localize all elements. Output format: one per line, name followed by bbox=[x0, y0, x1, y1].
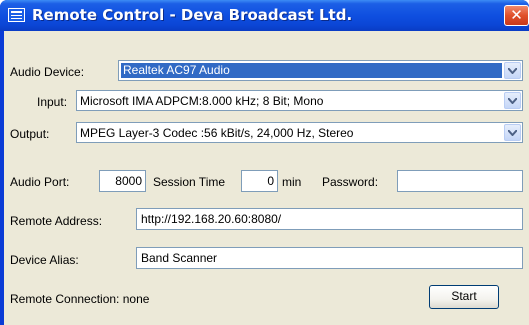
output-select[interactable]: MPEG Layer-3 Codec :56 kBit/s, 24,000 Hz… bbox=[76, 122, 523, 143]
session-time-unit: min bbox=[282, 175, 302, 189]
connection-status: Remote Connection: none bbox=[10, 292, 150, 306]
audio-device-value: Realtek AC97 Audio bbox=[121, 63, 232, 78]
audio-port-input[interactable]: 8000 bbox=[99, 170, 146, 192]
input-select[interactable]: Microsoft IMA ADPCM:8.000 kHz; 8 Bit; Mo… bbox=[76, 90, 523, 111]
remote-address-value: http://192.168.20.60:8080/ bbox=[141, 212, 282, 226]
session-time-input[interactable]: 0 bbox=[241, 170, 278, 192]
input-value: Microsoft IMA ADPCM:8.000 kHz; 8 Bit; Mo… bbox=[80, 94, 324, 108]
dialog-body: Audio Device: Realtek AC97 Audio Input: … bbox=[4, 31, 529, 325]
remote-address-label: Remote Address: bbox=[10, 214, 103, 228]
output-value: MPEG Layer-3 Codec :56 kBit/s, 24,000 Hz… bbox=[80, 126, 354, 140]
start-button[interactable]: Start bbox=[429, 285, 499, 309]
audio-device-dropdown-button[interactable] bbox=[504, 62, 521, 79]
input-label: Input: bbox=[37, 95, 68, 109]
chevron-down-icon bbox=[508, 68, 517, 74]
app-window-icon bbox=[8, 8, 25, 22]
remote-control-window: Remote Control - Deva Broadcast Ltd. ✕ A… bbox=[0, 0, 529, 325]
title-bar[interactable]: Remote Control - Deva Broadcast Ltd. ✕ bbox=[0, 0, 529, 31]
audio-port-value: 8000 bbox=[115, 174, 142, 188]
audio-device-label: Audio Device: bbox=[10, 65, 85, 79]
password-label: Password: bbox=[322, 175, 379, 189]
window-title: Remote Control - Deva Broadcast Ltd. bbox=[32, 6, 353, 24]
device-alias-input[interactable]: Band Scanner bbox=[136, 247, 523, 269]
output-label: Output: bbox=[10, 127, 50, 141]
device-alias-value: Band Scanner bbox=[141, 251, 218, 265]
session-time-value: 0 bbox=[267, 174, 274, 188]
chevron-down-icon bbox=[508, 98, 517, 104]
close-button[interactable]: ✕ bbox=[504, 5, 529, 26]
audio-device-select[interactable]: Realtek AC97 Audio bbox=[118, 60, 523, 81]
device-alias-label: Device Alias: bbox=[10, 253, 79, 267]
session-time-label: Session Time bbox=[153, 175, 226, 189]
password-input[interactable] bbox=[397, 170, 523, 192]
chevron-down-icon bbox=[508, 130, 517, 136]
audio-port-label: Audio Port: bbox=[10, 175, 70, 189]
remote-address-input[interactable]: http://192.168.20.60:8080/ bbox=[136, 208, 523, 230]
output-dropdown-button[interactable] bbox=[504, 124, 521, 141]
input-dropdown-button[interactable] bbox=[504, 92, 521, 109]
close-icon: ✕ bbox=[510, 6, 523, 24]
